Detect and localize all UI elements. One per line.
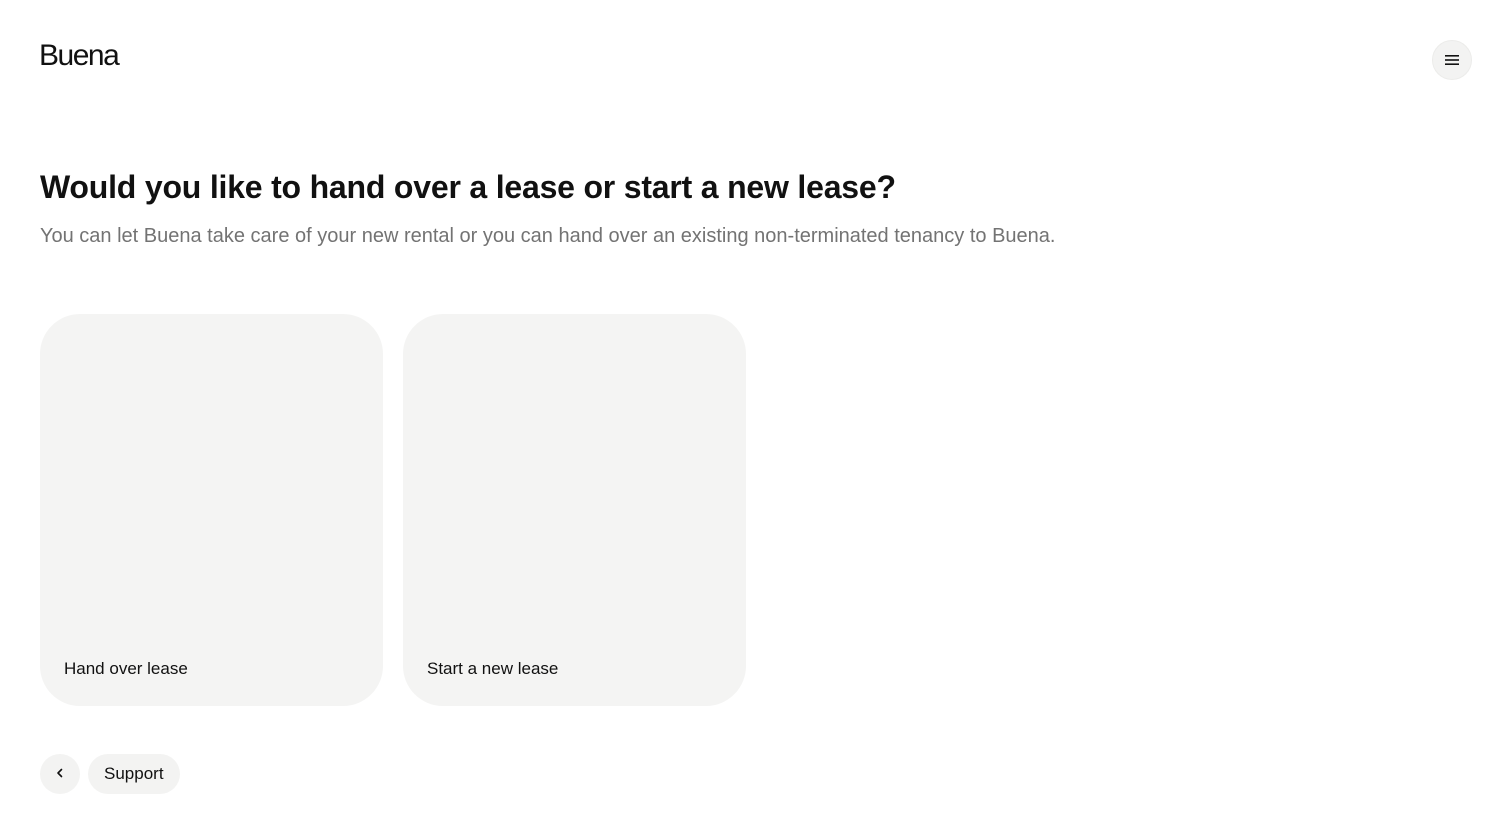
chevron-left-icon — [55, 765, 65, 783]
hamburger-menu-icon — [1445, 55, 1459, 65]
start-new-lease-label: Start a new lease — [427, 659, 559, 678]
hand-over-lease-label: Hand over lease — [64, 659, 188, 678]
support-button[interactable]: Support — [88, 754, 180, 794]
buena-logo[interactable]: Buena — [39, 38, 120, 74]
page-title: Would you like to hand over a lease or s… — [40, 169, 896, 205]
back-button[interactable] — [40, 754, 80, 794]
hand-over-lease-card[interactable]: Hand over lease — [40, 314, 383, 706]
menu-button[interactable] — [1432, 40, 1472, 80]
page-subtitle: You can let Buena take care of your new … — [40, 225, 1056, 247]
start-new-lease-card[interactable]: Start a new lease — [403, 314, 746, 706]
page: Buena Would you like to hand over a leas… — [0, 0, 1512, 814]
